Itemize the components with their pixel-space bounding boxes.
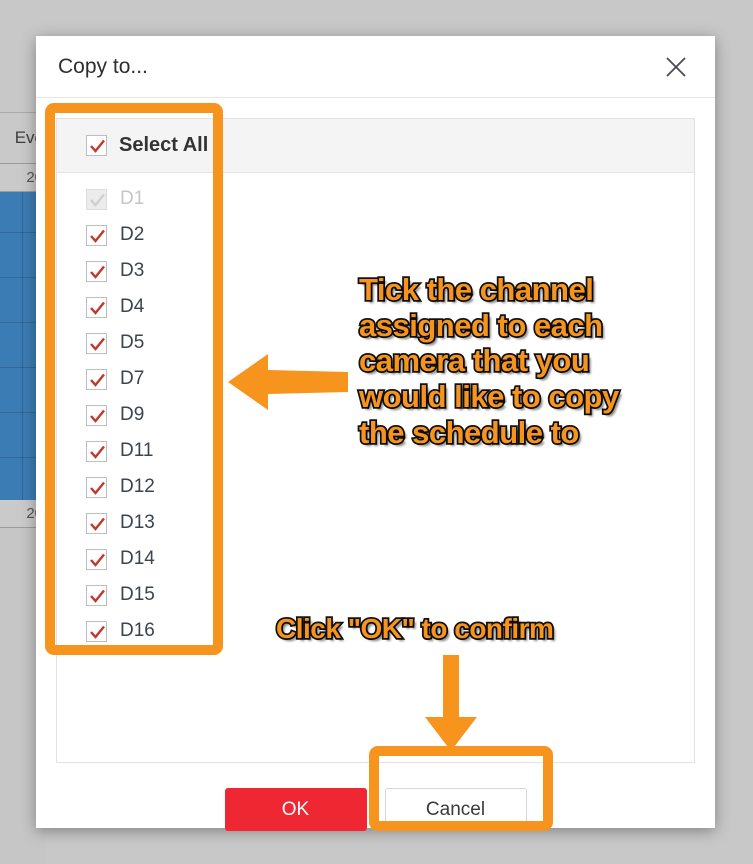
channel-checkbox[interactable] xyxy=(86,548,107,570)
select-all-row[interactable]: Select All xyxy=(57,119,694,173)
channel-checkbox[interactable] xyxy=(86,260,107,282)
channel-row[interactable]: D5 xyxy=(57,325,694,361)
channel-label: D11 xyxy=(120,440,154,461)
dialog-footer: OK Cancel xyxy=(36,788,715,831)
page-title: Copy to... xyxy=(58,54,148,78)
channel-label: D2 xyxy=(120,224,145,245)
copy-to-dialog: Copy to... Select All D1 D2 D3 D4 D5 D7 D9 D11 D… xyxy=(36,36,715,831)
channel-row[interactable]: D4 xyxy=(57,289,694,325)
channel-row[interactable]: D16 xyxy=(57,613,694,649)
channel-checkbox[interactable] xyxy=(86,512,107,534)
ok-button[interactable]: OK xyxy=(224,788,367,831)
channel-checkbox[interactable] xyxy=(86,404,107,426)
channel-checkbox[interactable] xyxy=(86,584,107,606)
channel-row[interactable]: D7 xyxy=(57,361,694,397)
channel-label: D12 xyxy=(120,476,155,497)
channel-checkbox[interactable] xyxy=(86,296,107,318)
cancel-button[interactable]: Cancel xyxy=(384,788,527,831)
channel-label: D1 xyxy=(120,188,145,209)
channel-checkbox xyxy=(86,188,107,210)
channel-label: D14 xyxy=(120,548,155,569)
channel-checkbox[interactable] xyxy=(86,476,107,498)
channel-label: D5 xyxy=(120,332,145,353)
channel-checkbox[interactable] xyxy=(86,620,107,642)
channel-checkbox[interactable] xyxy=(86,224,107,246)
channel-row[interactable]: D13 xyxy=(57,505,694,541)
select-all-label: Select All xyxy=(119,134,209,156)
channel-row[interactable]: D11 xyxy=(57,433,694,469)
channel-label: D9 xyxy=(120,404,145,425)
channel-row[interactable]: D14 xyxy=(57,541,694,577)
channel-label: D4 xyxy=(120,296,145,317)
channel-label: D16 xyxy=(120,620,155,641)
channel-checkbox[interactable] xyxy=(86,332,107,354)
channel-checkbox[interactable] xyxy=(86,440,107,462)
dialog-header: Copy to... xyxy=(36,36,715,98)
channel-list: D1 D2 D3 D4 D5 D7 D9 D11 D12 D13 D14 D15 D16 xyxy=(57,173,694,649)
channel-checkbox[interactable] xyxy=(86,368,107,390)
dialog-body: Select All D1 D2 D3 D4 D5 D7 D9 D11 D12 D13 D14 D15… xyxy=(56,118,695,763)
select-all-checkbox[interactable] xyxy=(86,135,107,156)
channel-row: D1 xyxy=(57,181,694,217)
close-icon[interactable] xyxy=(659,50,693,84)
channel-label: D7 xyxy=(120,368,145,389)
channel-row[interactable]: D15 xyxy=(57,577,694,613)
channel-label: D3 xyxy=(120,260,145,281)
channel-row[interactable]: D2 xyxy=(57,217,694,253)
channel-label: D13 xyxy=(120,512,155,533)
channel-label: D15 xyxy=(120,584,155,605)
channel-row[interactable]: D12 xyxy=(57,469,694,505)
channel-row[interactable]: D3 xyxy=(57,253,694,289)
channel-row[interactable]: D9 xyxy=(57,397,694,433)
